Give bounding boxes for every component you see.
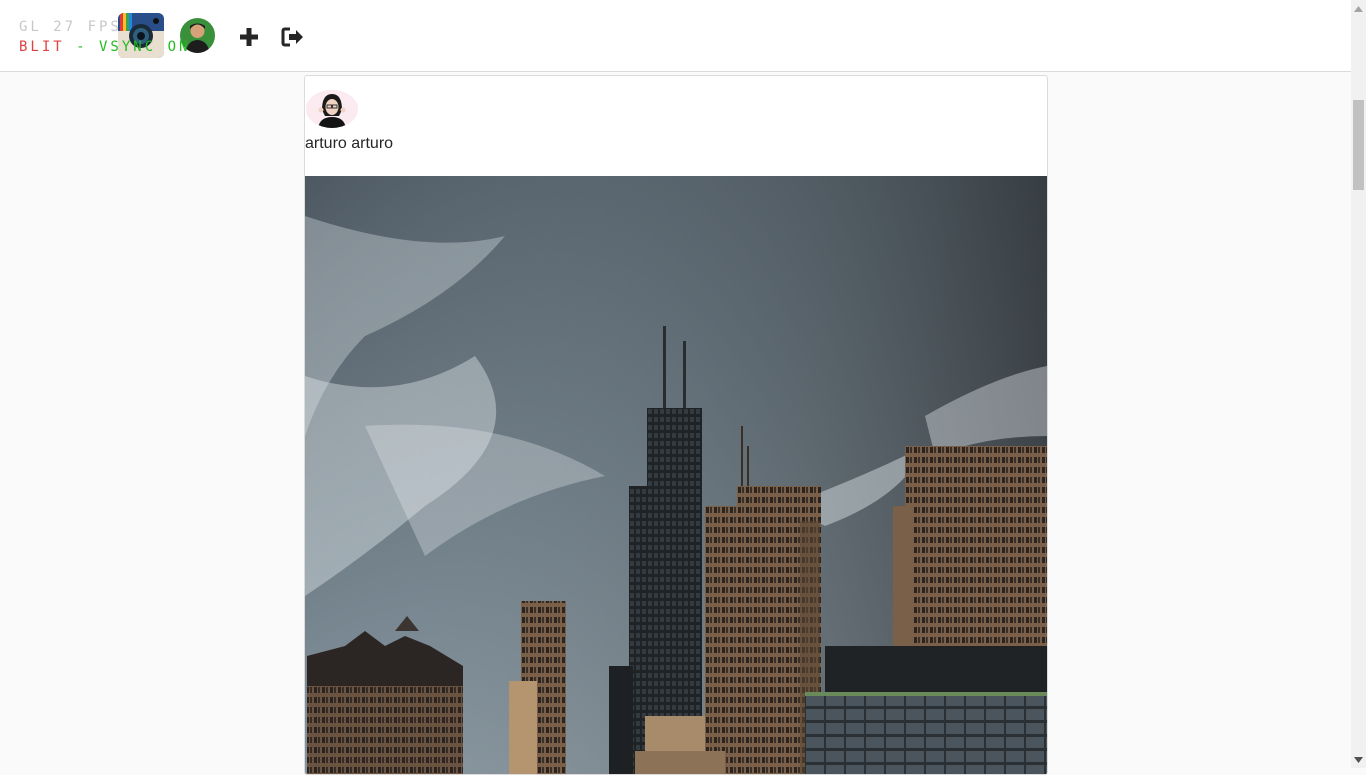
debug-fps-text: GL 27 FPS — [19, 19, 122, 35]
logout-button[interactable] — [280, 24, 306, 50]
post-card: arturo arturo — [304, 75, 1048, 775]
post-header: arturo arturo — [305, 76, 1047, 176]
post-author-username[interactable]: arturo arturo — [305, 135, 393, 153]
page-scrollbar[interactable] — [1351, 0, 1366, 768]
scroll-down-arrow-icon[interactable] — [1354, 755, 1363, 764]
scrollbar-thumb[interactable] — [1353, 100, 1364, 190]
city-skyline-photo — [305, 176, 1047, 774]
post-photo[interactable] — [305, 176, 1047, 774]
instagram-logo-icon[interactable] — [118, 13, 164, 58]
debug-blit-text: BLIT — [19, 39, 65, 55]
user-avatar-icon — [180, 18, 215, 53]
top-nav-bar: GL 27 FPS BLIT - VSYNC ON — [0, 0, 1351, 72]
user-avatar-icon — [306, 90, 358, 128]
add-post-button[interactable] — [236, 24, 262, 50]
camera-logo-icon — [118, 13, 164, 58]
profile-avatar-button[interactable] — [180, 18, 215, 53]
plus-icon — [240, 28, 258, 46]
sign-out-icon — [281, 27, 303, 47]
debug-vsync-text: BLIT - VSYNC ON — [19, 37, 190, 57]
debug-overlay: GL 27 FPS BLIT - VSYNC ON — [19, 17, 190, 57]
scroll-up-arrow-icon[interactable] — [1354, 4, 1363, 13]
post-author-avatar[interactable] — [306, 90, 358, 128]
